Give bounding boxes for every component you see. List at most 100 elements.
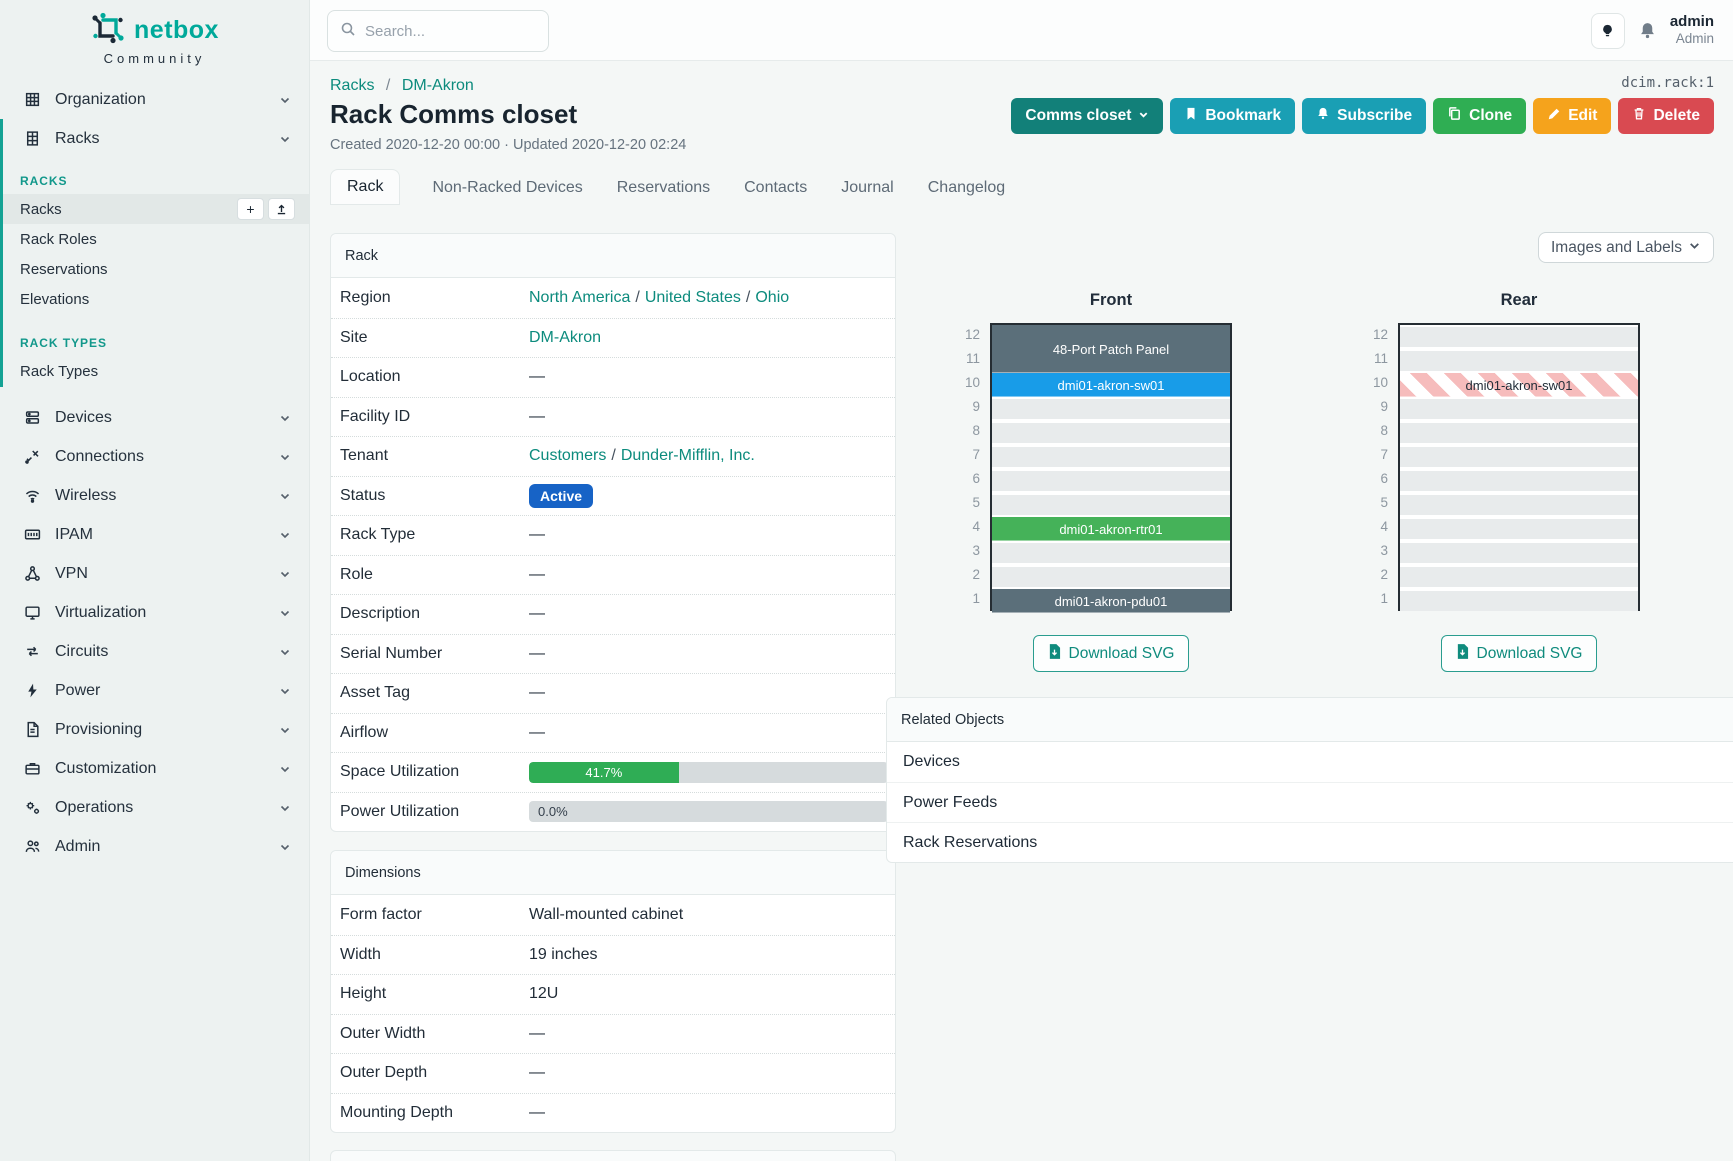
rack-device[interactable]: 48-Port Patch Panel [992, 325, 1230, 373]
rack-unit-number: 5 [950, 491, 988, 515]
sidebar-item-connections[interactable]: Connections [0, 437, 309, 476]
edit-button[interactable]: Edit [1533, 98, 1611, 134]
search-input[interactable] [365, 23, 525, 40]
sidebar-item-elevations[interactable]: Elevations [0, 284, 309, 314]
rack-unit-empty[interactable] [1400, 399, 1638, 419]
related-row-devices[interactable]: Devices 4 [887, 742, 1733, 782]
bookmark-button[interactable]: Bookmark [1170, 98, 1295, 134]
site-link[interactable]: DM-Akron [529, 329, 601, 346]
chevron-down-icon [279, 763, 291, 775]
created-updated-meta: Created 2020-12-20 00:00 · Updated 2020-… [330, 137, 686, 153]
row-serial-number: Serial Number — [331, 634, 895, 674]
user-menu[interactable]: admin Admin [1670, 13, 1714, 49]
sidebar-item-ipam[interactable]: IPAM [0, 515, 309, 554]
sidebar-item-rack-roles[interactable]: Rack Roles [0, 224, 309, 254]
chevron-down-icon [279, 412, 291, 424]
rack-unit-empty[interactable] [1400, 447, 1638, 467]
related-row-power-feeds[interactable]: Power Feeds — [887, 782, 1733, 822]
rack-unit-empty[interactable] [1400, 519, 1638, 539]
rack-device[interactable]: dmi01-akron-pdu01 [992, 589, 1230, 613]
tab-journal[interactable]: Journal [839, 171, 895, 205]
sidebar-item-admin[interactable]: Admin [0, 827, 309, 866]
import-button[interactable] [268, 198, 295, 220]
related-objects-header: Related Objects [887, 698, 1733, 742]
rack-unit-empty[interactable] [992, 543, 1230, 563]
sidebar-item-racks[interactable]: Racks + [0, 194, 309, 224]
rack-unit-empty[interactable] [1400, 591, 1638, 611]
tab-rack[interactable]: Rack [330, 169, 400, 205]
clone-button[interactable]: Clone [1433, 98, 1526, 134]
rack-device[interactable]: dmi01-akron-sw01 [992, 373, 1230, 397]
active-menu-indicator [0, 119, 3, 387]
rack-unit-empty[interactable] [1400, 423, 1638, 443]
tab-contacts[interactable]: Contacts [742, 171, 809, 205]
subscribe-button[interactable]: Subscribe [1302, 98, 1426, 134]
rack-unit-empty[interactable] [992, 447, 1230, 467]
rack-unit-empty[interactable] [992, 495, 1230, 515]
row-region: Region North America/United States/Ohio [331, 278, 895, 318]
theme-toggle-button[interactable] [1591, 13, 1625, 49]
row-asset-tag: Asset Tag — [331, 673, 895, 713]
breadcrumb-site-link[interactable]: DM-Akron [402, 77, 474, 94]
sidebar-item-customization[interactable]: Customization [0, 749, 309, 788]
dimensions-panel: Dimensions Form factor Wall-mounted cabi… [330, 850, 896, 1133]
rack-unit-empty[interactable] [992, 471, 1230, 491]
rack-unit-empty[interactable] [1400, 495, 1638, 515]
rack-unit-empty[interactable] [992, 423, 1230, 443]
notifications-bell-icon[interactable] [1638, 21, 1657, 40]
sidebar-item-devices[interactable]: Devices [0, 398, 309, 437]
sidebar-item-power[interactable]: Power [0, 671, 309, 710]
row-width: Width 19 inches [331, 935, 895, 975]
breadcrumb-racks-link[interactable]: Racks [330, 77, 374, 94]
chevron-down-icon [279, 568, 291, 580]
download-svg-rear-button[interactable]: Download SVG [1441, 635, 1598, 672]
bell-plus-icon [1316, 106, 1330, 126]
sidebar-item-wireless[interactable]: Wireless [0, 476, 309, 515]
tab-changelog[interactable]: Changelog [926, 171, 1007, 205]
brand[interactable]: netbox Community [0, 0, 309, 80]
rack-unit-empty[interactable] [1400, 567, 1638, 587]
sidebar-item-organization[interactable]: Organization [0, 80, 309, 119]
download-svg-front-button[interactable]: Download SVG [1033, 635, 1190, 672]
chevron-down-icon [279, 724, 291, 736]
rack-unit-empty[interactable] [1400, 543, 1638, 563]
rack-device[interactable]: dmi01-akron-rtr01 [992, 517, 1230, 541]
rack-unit-number: 6 [950, 467, 988, 491]
sidebar-item-rack-types[interactable]: Rack Types [0, 356, 309, 386]
row-description: Description — [331, 594, 895, 634]
region-link[interactable]: United States [645, 289, 741, 306]
delete-button[interactable]: Delete [1618, 98, 1714, 134]
rack-icon [24, 130, 41, 147]
tab-reservations[interactable]: Reservations [615, 171, 712, 205]
rack-unit-empty[interactable] [1400, 471, 1638, 491]
rack-device[interactable]: dmi01-akron-sw01 [1400, 373, 1638, 397]
rack-unit-number: 7 [950, 443, 988, 467]
related-row-rack-reservations[interactable]: Rack Reservations — [887, 822, 1733, 862]
tab-non-racked-devices[interactable]: Non-Racked Devices [430, 171, 584, 205]
sidebar-item-reservations[interactable]: Reservations [0, 254, 309, 284]
rack-unit-empty[interactable] [1400, 351, 1638, 371]
related-objects-panel: Related Objects Devices 4 Power Feeds — … [886, 697, 1733, 863]
region-link[interactable]: North America [529, 289, 630, 306]
sidebar-item-circuits[interactable]: Circuits [0, 632, 309, 671]
chevron-down-icon [279, 841, 291, 853]
rack-unit-number: 4 [1358, 515, 1396, 539]
elevation-view-selector[interactable]: Images and Labels [1538, 232, 1714, 263]
trash-icon [1632, 106, 1646, 126]
sidebar-item-provisioning[interactable]: Provisioning [0, 710, 309, 749]
global-search[interactable] [327, 10, 549, 52]
rack-group-dropdown-button[interactable]: Comms closet [1011, 98, 1163, 134]
region-link[interactable]: Ohio [755, 289, 789, 306]
tenant-link[interactable]: Dunder-Mifflin, Inc. [621, 447, 755, 464]
users-icon [24, 838, 41, 855]
sidebar-item-operations[interactable]: Operations [0, 788, 309, 827]
sidebar-item-virtualization[interactable]: Virtualization [0, 593, 309, 632]
bolt-icon [24, 682, 41, 699]
sidebar-item-vpn[interactable]: VPN [0, 554, 309, 593]
sidebar-item-racks-group[interactable]: Racks [0, 119, 309, 158]
rack-unit-empty[interactable] [992, 399, 1230, 419]
rack-unit-empty[interactable] [1400, 327, 1638, 347]
tenant-group-link[interactable]: Customers [529, 447, 606, 464]
add-button[interactable]: + [237, 198, 264, 220]
rack-unit-empty[interactable] [992, 567, 1230, 587]
